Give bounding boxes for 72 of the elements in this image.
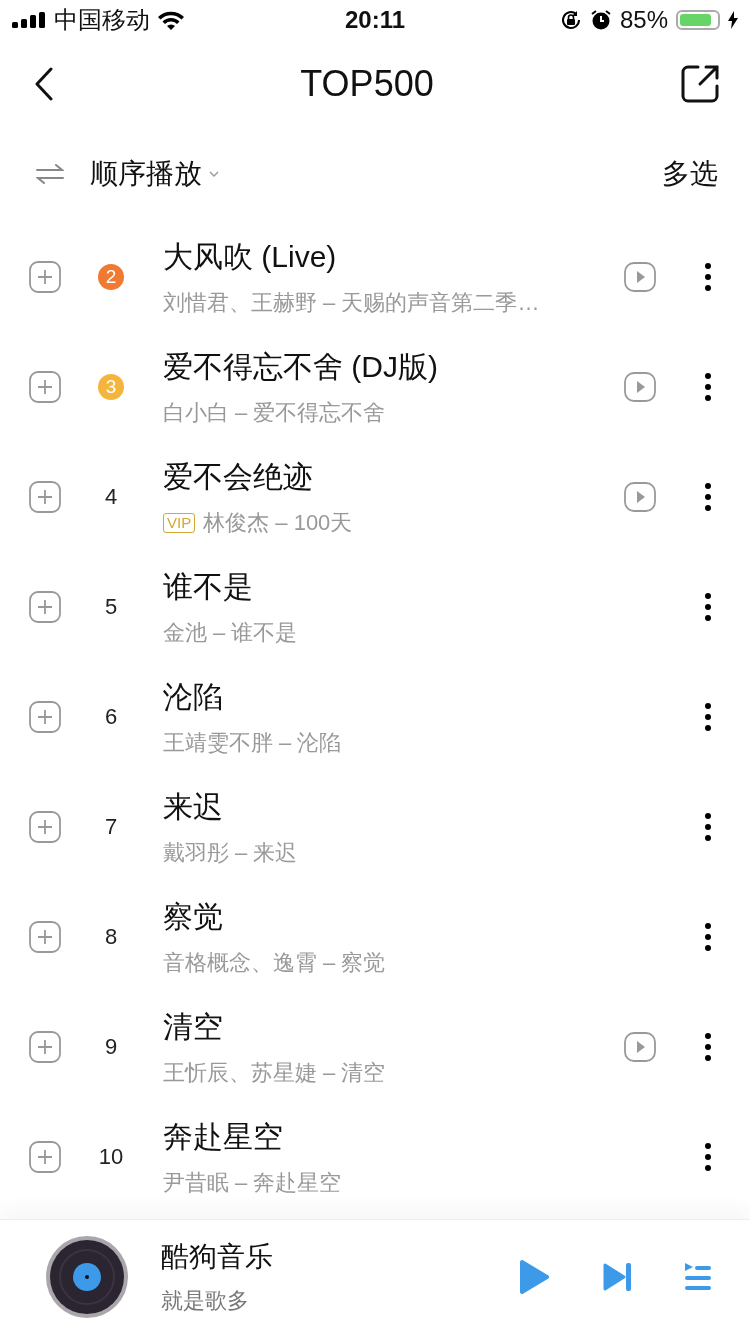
- player-subtitle: 就是歌多: [161, 1287, 250, 1315]
- song-title[interactable]: 爱不得忘不舍 (DJ版): [163, 346, 624, 388]
- more-icon[interactable]: [704, 482, 712, 512]
- add-icon[interactable]: [29, 701, 61, 733]
- song-title[interactable]: 来迟: [163, 786, 624, 828]
- play-mode-dropdown[interactable]: 顺序播放: [90, 155, 220, 193]
- song-artist: 音格概念、逸霄 – 察觉: [163, 948, 386, 977]
- song-artist: 王忻辰、苏星婕 – 清空: [163, 1058, 386, 1087]
- song-artist: 林俊杰 – 100天: [203, 508, 353, 537]
- rank-badge: 2: [98, 264, 124, 290]
- vip-tag: VIP: [163, 512, 196, 533]
- play-video-icon[interactable]: [624, 1032, 656, 1062]
- more-icon[interactable]: [704, 592, 712, 622]
- more-icon[interactable]: [704, 922, 712, 952]
- song-title[interactable]: 爱不会绝迹: [163, 456, 624, 498]
- more-icon[interactable]: [704, 372, 712, 402]
- song-artist: 白小白 – 爱不得忘不舍: [163, 398, 386, 427]
- more-icon[interactable]: [704, 702, 712, 732]
- song-title[interactable]: 沦陷: [163, 676, 624, 718]
- next-icon[interactable]: [602, 1262, 632, 1292]
- rank-number: 8: [104, 924, 118, 950]
- play-video-icon[interactable]: [624, 262, 656, 292]
- clock-time: 20:11: [343, 6, 407, 34]
- add-icon[interactable]: [29, 371, 61, 403]
- song-artist: 金池 – 谁不是: [163, 618, 298, 647]
- battery-percent: 85%: [619, 6, 668, 34]
- add-icon[interactable]: [29, 921, 61, 953]
- more-icon[interactable]: [704, 1032, 712, 1062]
- player-title: 酷狗音乐: [161, 1240, 274, 1274]
- song-title[interactable]: 察觉: [163, 896, 624, 938]
- rotation-lock-icon: [559, 9, 582, 31]
- add-icon[interactable]: [29, 481, 61, 513]
- song-artist: 王靖雯不胖 – 沦陷: [163, 728, 342, 757]
- rank-number: 4: [104, 484, 118, 510]
- battery-icon: [676, 10, 720, 30]
- song-title[interactable]: 谁不是: [163, 566, 624, 608]
- add-icon[interactable]: [29, 591, 61, 623]
- playlist-icon[interactable]: [684, 1262, 712, 1292]
- song-title[interactable]: 大风吹 (Live): [163, 236, 624, 278]
- rank-badge: 3: [98, 374, 124, 400]
- alarm-icon: [589, 9, 612, 31]
- song-title[interactable]: 清空: [163, 1006, 624, 1048]
- rank-number: 10: [98, 1144, 124, 1170]
- add-icon[interactable]: [29, 261, 61, 293]
- add-icon[interactable]: [29, 1031, 61, 1063]
- rank-number: 5: [104, 594, 118, 620]
- more-icon[interactable]: [704, 262, 712, 292]
- share-icon[interactable]: [680, 64, 720, 104]
- song-artist: 刘惜君、王赫野 – 天赐的声音第二季…: [163, 288, 540, 317]
- song-artist: 尹昔眠 – 奔赴星空: [163, 1168, 342, 1197]
- sequence-icon[interactable]: [36, 163, 64, 185]
- signal-icon: [12, 12, 46, 28]
- charging-icon: [728, 11, 738, 29]
- add-icon[interactable]: [29, 811, 61, 843]
- add-icon[interactable]: [29, 1141, 61, 1173]
- more-icon[interactable]: [704, 1142, 712, 1172]
- wifi-icon: [158, 10, 184, 30]
- more-icon[interactable]: [704, 812, 712, 842]
- play-video-icon[interactable]: [624, 372, 656, 402]
- multi-select-button[interactable]: 多选: [662, 155, 718, 193]
- page-title: TOP500: [300, 63, 434, 105]
- rank-number: 6: [104, 704, 118, 730]
- song-title[interactable]: 奔赴星空: [163, 1116, 624, 1158]
- vinyl-record-icon[interactable]: [45, 1235, 129, 1319]
- song-artist: 戴羽彤 – 来迟: [163, 838, 298, 867]
- carrier-name: 中国移动: [54, 5, 150, 35]
- rank-number: 9: [104, 1034, 118, 1060]
- back-icon[interactable]: [34, 67, 54, 101]
- play-icon[interactable]: [518, 1259, 550, 1295]
- caret-icon: [208, 170, 220, 178]
- play-video-icon[interactable]: [624, 482, 656, 512]
- rank-number: 7: [104, 814, 118, 840]
